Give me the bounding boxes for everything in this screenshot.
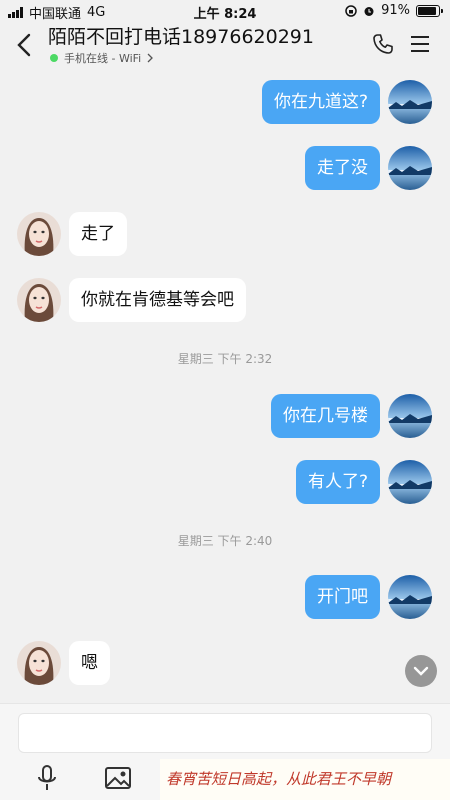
chevron-right-icon [147, 53, 154, 63]
image-icon[interactable] [104, 765, 132, 791]
outgoing-message[interactable]: 你在九道这? [261, 80, 380, 124]
outgoing-message[interactable]: 走了没 [305, 146, 380, 190]
timestamp: 星期三 下午 2:40 [177, 534, 273, 548]
my-avatar[interactable] [388, 575, 432, 619]
scroll-down-button[interactable] [405, 655, 437, 687]
contact-avatar[interactable] [17, 278, 61, 322]
status-bar: 中国联通 4G 上午 8:24 91% [0, 0, 450, 22]
phone-icon[interactable] [371, 32, 395, 56]
chat-header: 陌陌不回打电话18976620291 手机在线 - WiFi [0, 22, 450, 70]
online-dot-icon [50, 54, 58, 62]
my-avatar[interactable] [388, 460, 432, 504]
contact-avatar[interactable] [17, 641, 61, 685]
contact-avatar[interactable] [17, 212, 61, 256]
back-arrow-icon[interactable] [12, 30, 36, 60]
menu-icon[interactable] [410, 34, 430, 54]
timestamp: 星期三 下午 2:32 [177, 352, 273, 366]
chat-title[interactable]: 陌陌不回打电话18976620291 [48, 22, 314, 49]
incoming-message[interactable]: 嗯 [69, 641, 110, 685]
my-avatar[interactable] [388, 80, 432, 124]
message-input[interactable] [18, 713, 432, 753]
incoming-message[interactable]: 走了 [69, 212, 127, 256]
status-right: 91% [345, 3, 443, 18]
poem-overlay: 春宵苦短日高起，从此君王不早朝 [160, 759, 450, 800]
rotation-lock-icon [345, 4, 357, 17]
outgoing-message[interactable]: 你在几号楼 [271, 394, 380, 438]
outgoing-message[interactable]: 有人了? [295, 460, 380, 504]
microphone-icon[interactable] [36, 765, 58, 793]
alarm-icon [364, 6, 374, 16]
battery-percent: 91% [381, 3, 410, 18]
incoming-message[interactable]: 你就在肯德基等会吧 [69, 278, 246, 322]
my-avatar[interactable] [388, 146, 432, 190]
online-status-label: 手机在线 - WiFi [64, 52, 142, 65]
outgoing-message[interactable]: 开门吧 [305, 575, 380, 619]
my-avatar[interactable] [388, 394, 432, 438]
battery-icon [416, 4, 443, 17]
chevron-down-icon [413, 666, 429, 676]
online-status[interactable]: 手机在线 - WiFi [50, 50, 154, 66]
